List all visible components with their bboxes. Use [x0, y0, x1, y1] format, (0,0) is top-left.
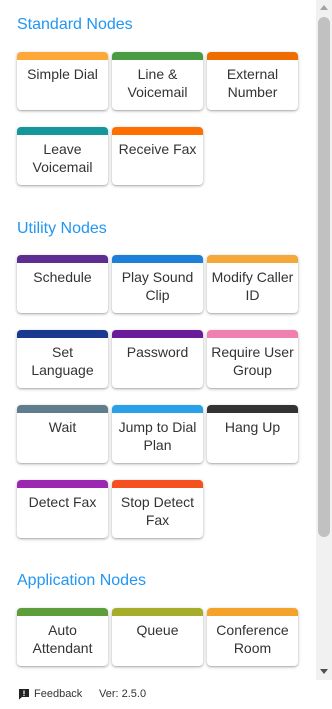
- version-label: Ver: 2.5.0: [99, 688, 147, 700]
- utility-nodes-grid: Schedule Play Sound Clip Modify Caller I…: [17, 255, 300, 538]
- node-detect-fax[interactable]: Detect Fax: [17, 480, 108, 538]
- node-stop-detect-fax[interactable]: Stop Detect Fax: [112, 480, 203, 538]
- node-schedule[interactable]: Schedule: [17, 255, 108, 313]
- node-queue[interactable]: Queue: [112, 608, 203, 666]
- node-auto-attendant[interactable]: Auto Attendant: [17, 608, 108, 666]
- node-modify-caller-id[interactable]: Modify Caller ID: [207, 255, 298, 313]
- node-receive-fax[interactable]: Receive Fax: [112, 127, 203, 185]
- scroll-thumb[interactable]: [318, 17, 330, 537]
- feedback-link[interactable]: Feedback: [18, 687, 82, 701]
- node-set-language[interactable]: Set Language: [17, 330, 108, 388]
- node-wait[interactable]: Wait: [17, 405, 108, 463]
- node-simple-dial[interactable]: Simple Dial: [17, 52, 108, 110]
- scroll-up-arrow-icon[interactable]: [320, 5, 328, 10]
- node-external-number[interactable]: External Number: [207, 52, 298, 110]
- feedback-label: Feedback: [34, 688, 83, 700]
- node-leave-voicemail[interactable]: Leave Voicemail: [17, 127, 108, 185]
- node-require-user-group[interactable]: Require User Group: [207, 330, 298, 388]
- section-title-standard-nodes: Standard Nodes: [17, 16, 133, 33]
- node-jump-to-dial-plan[interactable]: Jump to Dial Plan: [112, 405, 203, 463]
- feedback-icon: [19, 689, 29, 700]
- application-nodes-grid: Auto Attendant Queue Conference Room: [17, 608, 300, 666]
- node-conference-room[interactable]: Conference Room: [207, 608, 298, 666]
- node-password[interactable]: Password: [112, 330, 203, 388]
- node-line-voicemail[interactable]: Line & Voicemail: [112, 52, 203, 110]
- node-hang-up[interactable]: Hang Up: [207, 405, 298, 463]
- vertical-scrollbar[interactable]: [316, 0, 332, 680]
- node-palette-panel: Standard Nodes Simple Dial Line & Voicem…: [0, 0, 316, 680]
- scroll-down-arrow-icon[interactable]: [320, 669, 328, 674]
- node-play-sound-clip[interactable]: Play Sound Clip: [112, 255, 203, 313]
- section-title-application-nodes: Application Nodes: [17, 572, 146, 589]
- standard-nodes-grid: Simple Dial Line & Voicemail External Nu…: [17, 52, 300, 185]
- section-title-utility-nodes: Utility Nodes: [17, 220, 107, 237]
- footer: Feedback Ver: 2.5.0: [0, 680, 332, 709]
